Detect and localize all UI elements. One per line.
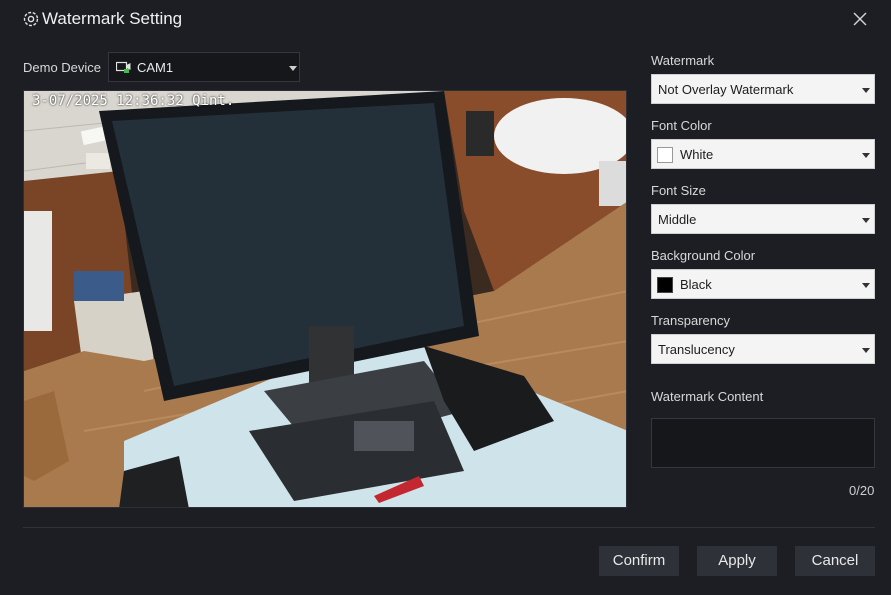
watermark-value: Not Overlay Watermark: [658, 82, 794, 97]
demo-device-select[interactable]: CAM1: [108, 52, 300, 82]
watermark-content-label: Watermark Content: [651, 389, 764, 404]
osd-timestamp: 3-07/2025 12:36:32 Qint.: [32, 93, 235, 109]
apply-button[interactable]: Apply: [697, 546, 777, 576]
chevron-down-icon: [862, 88, 870, 93]
watermark-label: Watermark: [651, 53, 715, 68]
gear-icon: [22, 10, 40, 28]
demo-device-label: Demo Device: [23, 60, 102, 75]
chevron-down-icon: [862, 283, 870, 288]
watermark-select[interactable]: Not Overlay Watermark: [651, 74, 875, 104]
background-color-value: Black: [680, 277, 712, 292]
character-counter: 0/20: [849, 483, 875, 498]
font-color-swatch: [657, 147, 673, 163]
transparency-select[interactable]: Translucency: [651, 334, 875, 364]
transparency-label: Transparency: [651, 313, 730, 328]
camera-preview: 3-07/2025 12:36:32 Qint.: [23, 90, 627, 508]
demo-device-value: CAM1: [137, 60, 174, 75]
chevron-down-icon: [862, 348, 870, 353]
chevron-down-icon: [289, 66, 297, 71]
chevron-down-icon: [862, 153, 870, 158]
font-color-label: Font Color: [651, 118, 712, 133]
font-size-label: Font Size: [651, 183, 706, 198]
watermark-content-input[interactable]: [651, 418, 875, 468]
chevron-down-icon: [862, 218, 870, 223]
preview-image: [24, 91, 626, 507]
background-color-label: Background Color: [651, 248, 756, 263]
confirm-button[interactable]: Confirm: [599, 546, 679, 576]
font-size-select[interactable]: Middle: [651, 204, 875, 234]
font-color-value: White: [680, 147, 714, 162]
transparency-value: Translucency: [658, 342, 735, 357]
camera-icon: [115, 61, 131, 74]
dialog-title: Watermark Setting: [42, 9, 183, 28]
footer-divider: [23, 527, 875, 528]
font-size-value: Middle: [658, 212, 697, 227]
watermark-setting-dialog: Watermark Setting Demo Device CAM1 3-07/…: [0, 0, 891, 595]
close-icon[interactable]: [850, 9, 870, 29]
font-color-select[interactable]: White: [651, 139, 875, 169]
background-color-select[interactable]: Black: [651, 269, 875, 299]
dialog-titlebar: Watermark Setting: [0, 0, 891, 40]
background-color-swatch: [657, 277, 673, 293]
cancel-button[interactable]: Cancel: [795, 546, 875, 576]
